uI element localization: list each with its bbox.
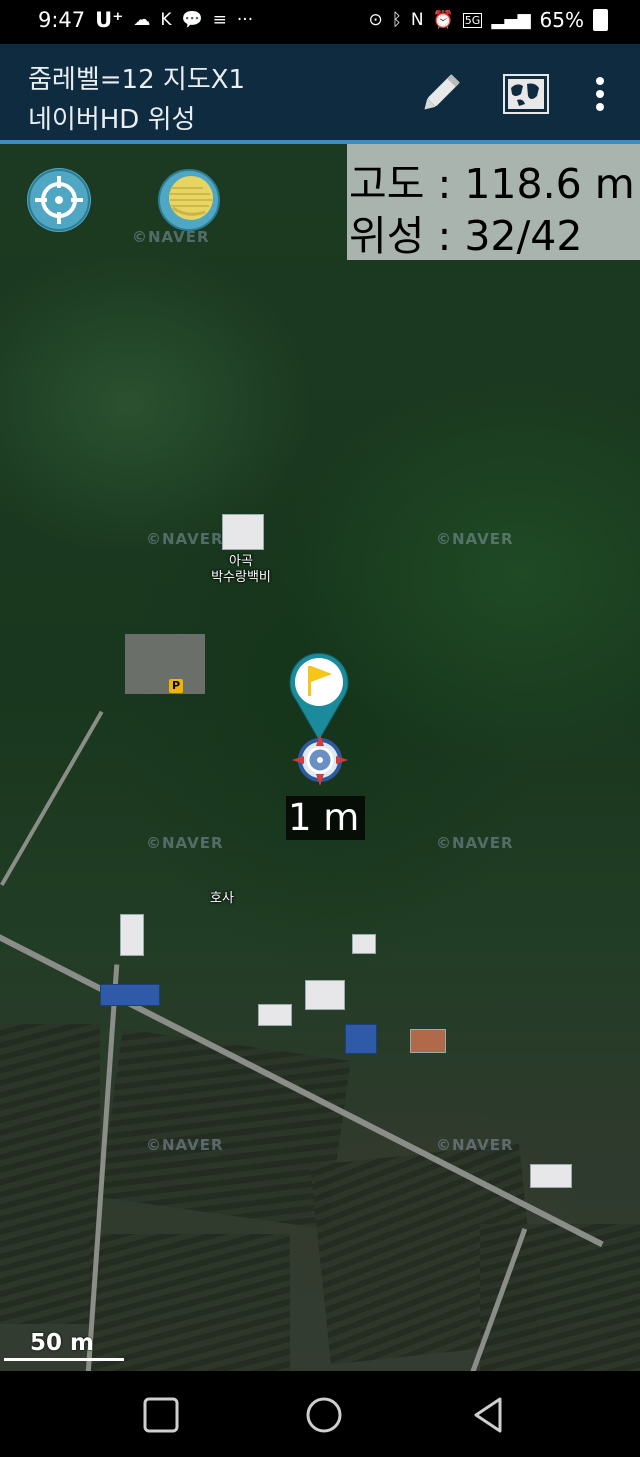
cloud-icon: ☁ xyxy=(133,10,151,30)
naver-watermark: ©NAVER xyxy=(436,530,514,548)
layer-stack-icon xyxy=(158,169,220,231)
road xyxy=(0,710,104,886)
network-type: 5G xyxy=(462,12,483,28)
notes-icon: ≡ xyxy=(212,10,227,30)
poi-label-line1: 아곡 xyxy=(229,554,253,569)
bluetooth-icon: ᛒ xyxy=(391,10,402,30)
building xyxy=(530,1164,572,1188)
scale-label: 50 m xyxy=(30,1330,94,1356)
app-k-icon: K xyxy=(160,10,172,30)
poi-label-line2: 박수랑백비 xyxy=(211,570,271,585)
naver-watermark: ©NAVER xyxy=(436,834,514,852)
map-layer-button[interactable] xyxy=(500,68,552,120)
parking-label: P xyxy=(171,679,181,692)
back-button[interactable] xyxy=(468,1395,508,1435)
naver-watermark: ©NAVER xyxy=(436,1136,514,1154)
naver-watermark: ©NAVER xyxy=(146,1136,224,1154)
gps-info-panel: 고도 : 118.6 m 위성 : 32/42 xyxy=(347,144,640,260)
farm-field xyxy=(480,1224,640,1371)
scale-line xyxy=(4,1358,124,1361)
map-type-title: 네이버HD 위성 xyxy=(28,105,196,135)
status-bar: 9:47 U⁺ ☁ K 💬 ≡ ··· ⊙ ᛒ N ⏰ 5G ▂▄▆ 65% xyxy=(0,0,640,44)
recent-apps-button[interactable] xyxy=(141,1395,181,1435)
signal-icon: ▂▄▆ xyxy=(491,10,531,30)
poi-label: 아곡 박수랑백비 xyxy=(206,554,276,586)
farm-field xyxy=(0,1024,100,1324)
location-icon: ⊙ xyxy=(368,10,383,30)
naver-watermark: ©NAVER xyxy=(146,834,224,852)
layer-toggle-button[interactable] xyxy=(157,168,221,232)
satellite-map[interactable]: ©NAVER ©NAVER ©NAVER ©NAVER ©NAVER ©NAVE… xyxy=(0,144,640,1371)
building xyxy=(352,934,376,954)
flag-marker-icon[interactable] xyxy=(288,652,350,742)
current-position-icon xyxy=(292,734,348,786)
poi-label: 호사 xyxy=(210,891,234,906)
satellite-readout: 위성 : 32/42 xyxy=(349,212,583,260)
building xyxy=(222,514,264,550)
parking-lot xyxy=(125,634,205,694)
parking-badge: P xyxy=(169,679,183,693)
more-vert-icon xyxy=(596,77,604,111)
battery-percent: 65% xyxy=(539,8,584,32)
distance-label: 1 m xyxy=(286,796,366,840)
status-time: 9:47 xyxy=(38,8,86,32)
scale-bar: 50 m xyxy=(4,1330,124,1364)
altitude-readout: 고도 : 118.6 m xyxy=(349,160,635,208)
building xyxy=(258,1004,292,1026)
building xyxy=(100,984,160,1006)
battery-icon xyxy=(593,9,608,31)
zoom-level-title: 줌레벨=12 지도X1 xyxy=(28,65,246,95)
building xyxy=(345,1024,377,1054)
nfc-icon: N xyxy=(410,10,424,30)
building xyxy=(410,1029,446,1053)
more-notifications-icon: ··· xyxy=(236,10,254,30)
naver-watermark: ©NAVER xyxy=(146,530,224,548)
app-bar: 줌레벨=12 지도X1 네이버HD 위성 xyxy=(0,44,640,144)
pencil-icon xyxy=(424,74,460,110)
navigation-bar xyxy=(0,1371,640,1457)
talk-icon: 💬 xyxy=(181,10,203,30)
building xyxy=(120,914,144,956)
home-button[interactable] xyxy=(304,1395,344,1435)
edit-button[interactable] xyxy=(414,68,466,120)
crosshair-icon xyxy=(28,169,90,231)
alarm-icon: ⏰ xyxy=(432,10,454,30)
building xyxy=(305,980,345,1010)
my-location-button[interactable] xyxy=(27,168,91,232)
carrier-label: U⁺ xyxy=(95,8,124,32)
map-layer-icon xyxy=(503,74,549,114)
more-options-button[interactable] xyxy=(574,68,626,120)
